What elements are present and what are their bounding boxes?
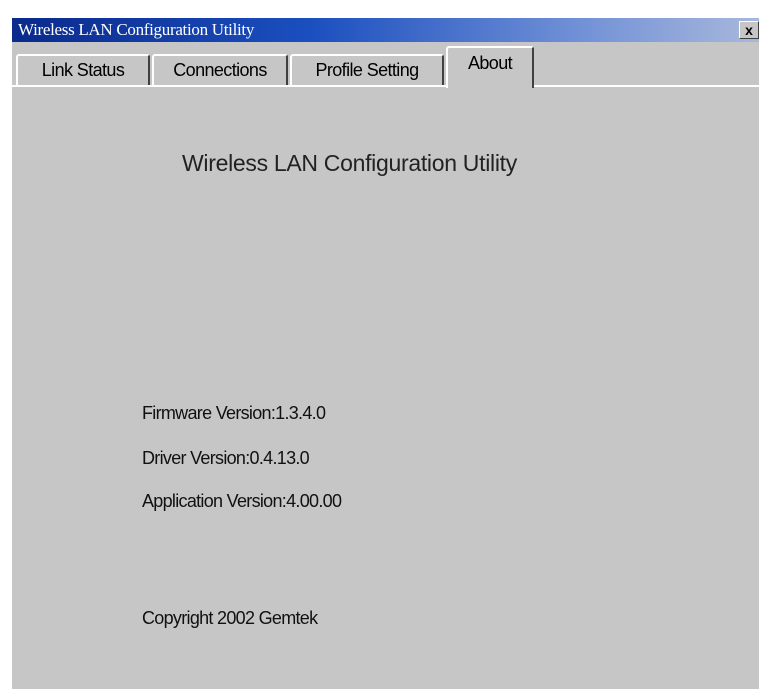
window-title: Wireless LAN Configuration Utility (18, 20, 255, 39)
tab-profile-setting[interactable]: Profile Setting (290, 54, 444, 86)
copyright-text: Copyright 2002 Gemtek (142, 608, 318, 628)
tab-about[interactable]: About (446, 46, 534, 88)
tab-divider (12, 85, 759, 87)
firmware-version: Firmware Version:1.3.4.0 (142, 403, 326, 423)
tab-strip: Link Status Connections Profile Setting … (12, 42, 759, 88)
title-bar[interactable]: Wireless LAN Configuration Utility x (12, 18, 759, 42)
tab-link-status[interactable]: Link Status (16, 54, 150, 86)
driver-version: Driver Version:0.4.13.0 (142, 448, 310, 468)
tab-connections[interactable]: Connections (152, 54, 288, 86)
application-version: Application Version:4.00.00 (142, 491, 342, 511)
close-button[interactable]: x (739, 21, 759, 39)
about-heading: Wireless LAN Configuration Utility (182, 150, 517, 176)
config-utility-window: Wireless LAN Configuration Utility x Lin… (10, 18, 759, 689)
